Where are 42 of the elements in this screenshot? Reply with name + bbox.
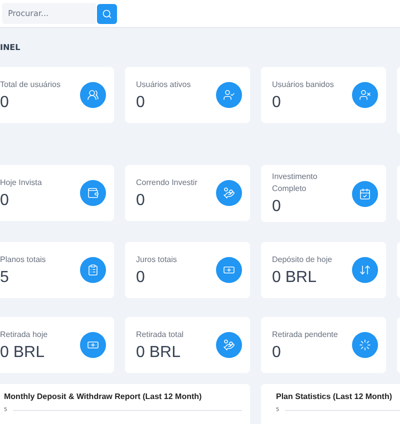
stat-value: 0 [136, 192, 146, 210]
stat-label: Correndo Investir [136, 176, 198, 188]
stat-value: 0 BRL [136, 344, 182, 362]
user-x-icon [352, 82, 378, 108]
stat-label: Total de usuários [0, 78, 60, 90]
stat-label: Retirada total [136, 328, 184, 340]
loader-icon [352, 332, 378, 358]
stat-label: Investimento Completo [272, 171, 318, 195]
stat-label: Usuários ativos [136, 78, 191, 90]
stat-value: 5 [0, 268, 10, 286]
stat-value: 0 [272, 94, 282, 112]
arrows-icon [352, 257, 378, 283]
stat-value: 0 BRL [272, 268, 318, 286]
search-button[interactable] [97, 4, 117, 24]
chart-title: Plan Statistics (Last 12 Month) [276, 392, 394, 401]
search-field[interactable]: Procurar... [2, 3, 96, 24]
stat-label: Planos totais [0, 254, 46, 266]
stat-value: 0 [0, 94, 10, 112]
banknote-icon [216, 257, 242, 283]
stat-label: Depósito de hoje [272, 254, 332, 266]
page-title: INEL [0, 42, 22, 54]
chart-title: Monthly Deposit & Withdraw Report (Last 12 Month) [4, 392, 203, 401]
stat-value: 0 [136, 94, 146, 112]
calendar-check-icon [352, 180, 378, 206]
clipboard-icon [80, 257, 106, 283]
stat-value: 0 [0, 192, 10, 210]
stat-value: 0 [272, 198, 282, 216]
stat-label: Juros totais [136, 254, 177, 266]
stat-label: Usuários banidos [272, 78, 334, 90]
banknote-icon [80, 332, 106, 358]
stat-label: Retirada hoje [0, 328, 48, 340]
stat-value: 0 BRL [0, 344, 46, 362]
wallet-icon [80, 180, 106, 206]
stat-value: 0 [272, 344, 282, 362]
hand-coins-icon [216, 180, 242, 206]
stat-label: Hoje Invista [0, 176, 42, 188]
stat-value: 0 [136, 268, 146, 286]
users-icon [80, 82, 106, 108]
stat-label: Retirada pendente [272, 328, 338, 340]
user-check-icon [216, 82, 242, 108]
hand-coins-icon [216, 332, 242, 358]
search-icon [102, 8, 112, 18]
